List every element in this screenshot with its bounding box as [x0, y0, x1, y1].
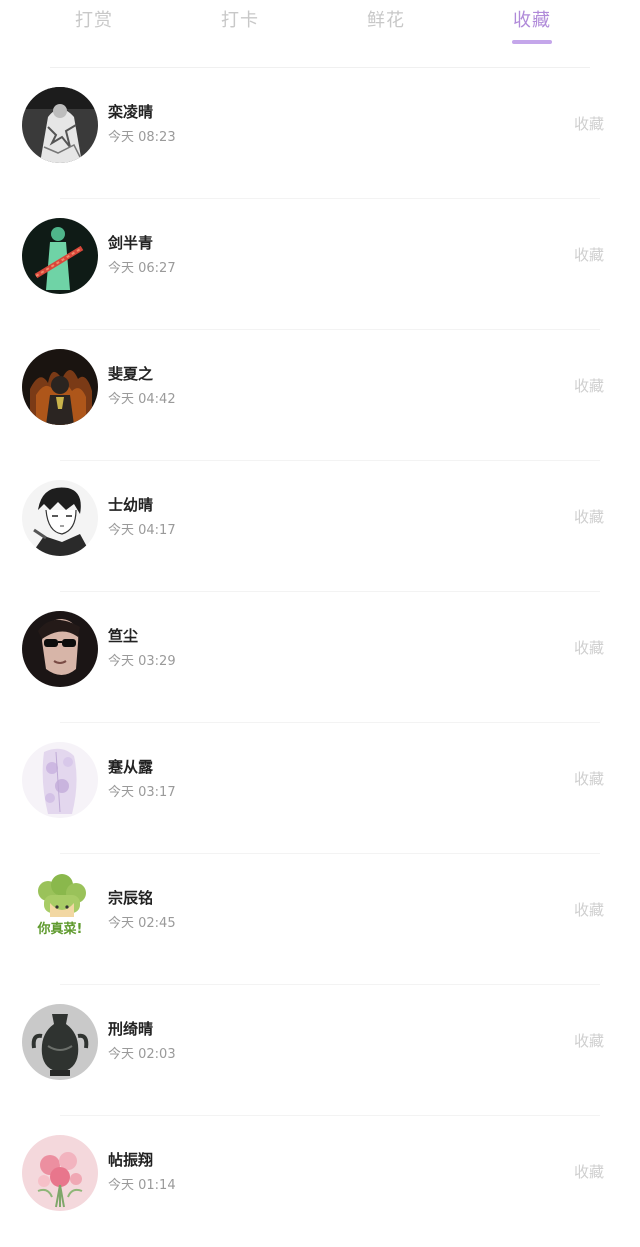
user-name: 士幼晴	[108, 496, 154, 514]
avatar-cartoon-sticker-image: 你真菜!	[22, 873, 98, 949]
user-name: 刑绮晴	[108, 1020, 154, 1038]
user-name: 斐夏之	[108, 365, 154, 383]
favorites-list: 栾凌晴 今天 08:23 收藏 剑半青 今天 06:27 收藏 斐夏之 今天 0…	[0, 68, 640, 1247]
avatar[interactable]	[22, 1004, 98, 1080]
favorite-button[interactable]: 收藏	[574, 637, 604, 658]
timestamp: 今天 04:17	[108, 523, 176, 538]
tab-reward[interactable]: 打赏	[54, 6, 134, 32]
avatar-pink-bouquet-image	[22, 1135, 98, 1211]
favorite-button[interactable]: 收藏	[574, 113, 604, 134]
tab-flowers[interactable]: 鲜花	[346, 6, 426, 32]
avatar[interactable]	[22, 349, 98, 425]
favorite-button[interactable]: 收藏	[574, 768, 604, 789]
favorite-button[interactable]: 收藏	[574, 1161, 604, 1182]
list-item[interactable]: 斐夏之 今天 04:42 收藏	[0, 330, 640, 461]
sticker-text: 你真菜!	[37, 921, 83, 937]
timestamp: 今天 04:42	[108, 392, 176, 407]
user-name: 宗辰铭	[108, 889, 154, 907]
list-item[interactable]: 剑半青 今天 06:27 收藏	[0, 199, 640, 330]
favorite-button[interactable]: 收藏	[574, 506, 604, 527]
avatar-mono-portrait-image	[22, 87, 98, 163]
timestamp: 今天 08:23	[108, 130, 176, 145]
list-item[interactable]: 笪尘 今天 03:29 收藏	[0, 592, 640, 723]
timestamp: 今天 02:03	[108, 1047, 176, 1062]
avatar[interactable]	[22, 480, 98, 556]
user-name: 帖振翔	[108, 1151, 154, 1169]
avatar[interactable]	[22, 218, 98, 294]
tab-checkin[interactable]: 打卡	[200, 6, 280, 32]
avatar[interactable]	[22, 742, 98, 818]
avatar[interactable]	[22, 611, 98, 687]
avatar-green-figure-image	[22, 218, 98, 294]
timestamp: 今天 03:17	[108, 785, 176, 800]
favorite-button[interactable]: 收藏	[574, 375, 604, 396]
timestamp: 今天 06:27	[108, 261, 176, 276]
list-item[interactable]: 士幼晴 今天 04:17 收藏	[0, 461, 640, 592]
favorite-button[interactable]: 收藏	[574, 899, 604, 920]
tab-bar: 打赏 打卡 鲜花 收藏	[0, 0, 640, 68]
list-item[interactable]: 你真菜! 宗辰铭 今天 02:45 收藏	[0, 854, 640, 985]
list-item[interactable]: 蹇从露 今天 03:17 收藏	[0, 723, 640, 854]
avatar[interactable]: 你真菜!	[22, 873, 98, 949]
avatar-bronze-vase-image	[22, 1004, 98, 1080]
user-name: 蹇从露	[108, 758, 154, 776]
avatar-lavender-flowers-image	[22, 742, 98, 818]
user-name: 剑半青	[108, 234, 154, 252]
tab-favorites[interactable]: 收藏	[492, 6, 572, 32]
timestamp: 今天 03:29	[108, 654, 176, 669]
favorite-button[interactable]: 收藏	[574, 1030, 604, 1051]
user-name: 栾凌晴	[108, 103, 154, 121]
avatar-sunglasses-image	[22, 611, 98, 687]
favorite-button[interactable]: 收藏	[574, 244, 604, 265]
active-tab-indicator	[512, 40, 552, 44]
avatar-sketch-boy-image	[22, 480, 98, 556]
list-item[interactable]: 刑绮晴 今天 02:03 收藏	[0, 985, 640, 1116]
list-item[interactable]: 帖振翔 今天 01:14 收藏	[0, 1116, 640, 1247]
avatar[interactable]	[22, 87, 98, 163]
list-item[interactable]: 栾凌晴 今天 08:23 收藏	[0, 68, 640, 199]
avatar-dark-fire-image	[22, 349, 98, 425]
avatar[interactable]	[22, 1135, 98, 1211]
user-name: 笪尘	[108, 627, 139, 645]
timestamp: 今天 01:14	[108, 1178, 176, 1193]
timestamp: 今天 02:45	[108, 916, 176, 931]
